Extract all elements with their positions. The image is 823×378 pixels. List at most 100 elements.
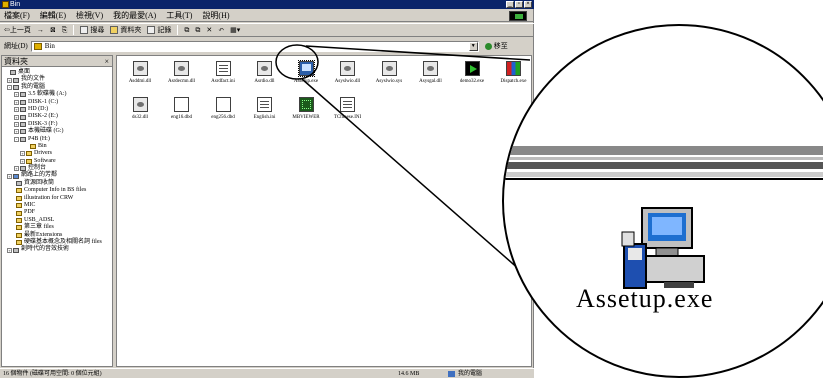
undo-button[interactable]: ↶ [218,26,224,34]
file-item[interactable]: demo32.exe [451,58,493,94]
chevron-down-icon[interactable]: ▼ [468,41,478,51]
tree-expander-icon[interactable]: + [14,107,19,113]
tree-item[interactable]: Computer Info in BS files [2,187,112,194]
tree-item[interactable]: + 網路上的芳鄰 [2,172,112,179]
file-item[interactable]: TChinese.INI [327,94,369,130]
folder-tree: 桌面 + 我的文件 - 我的電腦 +3.5 軟碟機 (A:) + DISK-1 (C:) + HD… [2,67,112,254]
tree-expander-icon[interactable]: - [7,84,12,90]
delete-button[interactable]: ✕ [206,26,212,34]
drive-icon [20,129,26,135]
tree-item[interactable]: + 創時代的音效技術 [2,246,112,253]
maximize-button[interactable]: ▫ [515,1,523,8]
tree-expander-icon[interactable]: + [20,158,25,164]
history-button[interactable]: 記錄 [147,25,171,35]
menu-edit[interactable]: 編輯(E) [40,10,66,21]
tree-expander-icon[interactable]: - [14,136,19,142]
back-button[interactable]: ⇦ 上一頁 [4,25,31,35]
file-item[interactable]: Assetup.exe [285,58,327,94]
menu-tools[interactable]: 工具(T) [166,10,192,21]
file-item[interactable]: Asddmi.dll [119,58,161,94]
folder-icon [16,218,22,223]
dll-file-icon [381,61,397,76]
tree-expander-icon[interactable]: + [7,77,12,83]
close-button[interactable]: × [524,1,532,8]
tree-expander-icon[interactable]: + [14,129,19,135]
tree-expander-icon[interactable]: + [7,247,12,253]
file-item[interactable]: Asrdfact.ini [202,58,244,94]
file-item[interactable]: ds32.dll [119,94,161,130]
undo-icon: ↶ [218,26,225,34]
tree-item[interactable]: + 我的文件 [2,76,112,83]
menu-favorites[interactable]: 我的最愛(A) [113,10,156,21]
file-item[interactable]: Asrdio.dll [244,58,286,94]
tree-item-label: Computer Info in BS files [24,187,87,194]
tree-item[interactable]: MIC [2,202,112,209]
tree-expander-icon[interactable]: + [14,166,19,172]
file-item[interactable]: MBVIEWER [285,94,327,130]
tree-item[interactable]: illustration for CRW [2,195,112,202]
tree-expander-icon[interactable]: + [14,99,19,105]
tree-item[interactable]: + 本機磁碟 (G:) [2,128,112,135]
drive-icon [20,92,26,98]
tree-expander-icon[interactable]: + [14,92,19,98]
forward-button[interactable]: → [37,26,44,34]
tree-item-label: P4B (H:) [28,135,50,142]
file-item[interactable]: eng256.dbd [202,94,244,130]
close-icon[interactable]: × [104,56,109,67]
stop-button[interactable]: ⊠ [50,26,56,34]
file-item[interactable]: Asyslwio.sys [368,58,410,94]
tree-item-label: 創時代的音效技術 [21,246,70,253]
tree-item[interactable]: 第三章 files [2,224,112,231]
tree-item[interactable]: + Software [2,158,112,165]
up-button[interactable]: ⎘ [62,26,68,35]
views-button[interactable]: ▦▾ [230,26,240,34]
file-item[interactable]: Asrdecmn.dll [161,58,203,94]
color-file-icon [506,61,521,76]
tree-item[interactable]: + 控制台 [2,165,112,172]
folder-icon [2,1,9,8]
file-name: TChinese.INI [333,115,362,120]
tree-item[interactable]: 最新Extensions [2,232,112,239]
file-item[interactable]: Dispatch.exe [493,58,535,94]
tree-expander-icon[interactable]: + [14,121,19,127]
doc-file-icon [215,97,231,112]
drive-icon [20,121,26,127]
address-label: 網址(D) [4,42,28,50]
status-bar: 16 個物件 (磁碟可用空間: 0 個位元組) 14.6 MB 我的電腦 [0,368,534,378]
tree-item[interactable]: PDF [2,209,112,216]
exe-file-icon [297,60,315,77]
tree-item[interactable]: + Drivers [2,150,112,157]
menu-file[interactable]: 檔案(F) [4,10,30,21]
go-button[interactable]: 移至 [484,41,508,51]
folders-button[interactable]: 資料夾 [110,25,141,35]
address-input[interactable]: Bin ▼ [30,40,479,52]
minimize-button[interactable]: _ [506,1,514,8]
file-item[interactable]: eng16.dbd [161,94,203,130]
file-item[interactable]: Asysgal.dll [410,58,452,94]
tree-item[interactable]: Bin [2,143,112,150]
move-to-button[interactable]: ⧉ [184,26,189,35]
tree-item[interactable]: + DISK-1 (C:) [2,99,112,106]
window-title: Bin [10,1,21,8]
tree-item[interactable]: - P4B (H:) [2,136,112,143]
file-item[interactable]: English.ini [244,94,286,130]
tree-item[interactable]: USB_ADSL [2,217,112,224]
status-size: 14.6 MB [398,371,420,377]
dll-file-icon [257,61,272,76]
tree-item-label: Drivers [34,150,52,157]
tree-item[interactable]: + DISK-2 (E:) [2,113,112,120]
tree-item[interactable]: +3.5 軟碟機 (A:) [2,91,112,98]
file-item[interactable]: Asyslwio.dll [327,58,369,94]
file-name: eng256.dbd [211,115,235,120]
tree-expander-icon[interactable]: + [14,114,19,120]
menu-help[interactable]: 說明(H) [202,10,229,21]
tree-expander-icon[interactable]: + [20,151,25,157]
tree-expander-icon[interactable]: + [7,173,12,179]
file-name: Asrdio.dll [254,79,275,84]
file-name: MBVIEWER [292,115,320,120]
history-icon [147,26,156,34]
search-button[interactable]: 搜尋 [80,25,104,35]
copy-to-button[interactable]: ⧉ [195,26,200,35]
tree-item[interactable]: 桌面 [2,69,112,76]
menu-view[interactable]: 檢視(V) [76,10,103,21]
